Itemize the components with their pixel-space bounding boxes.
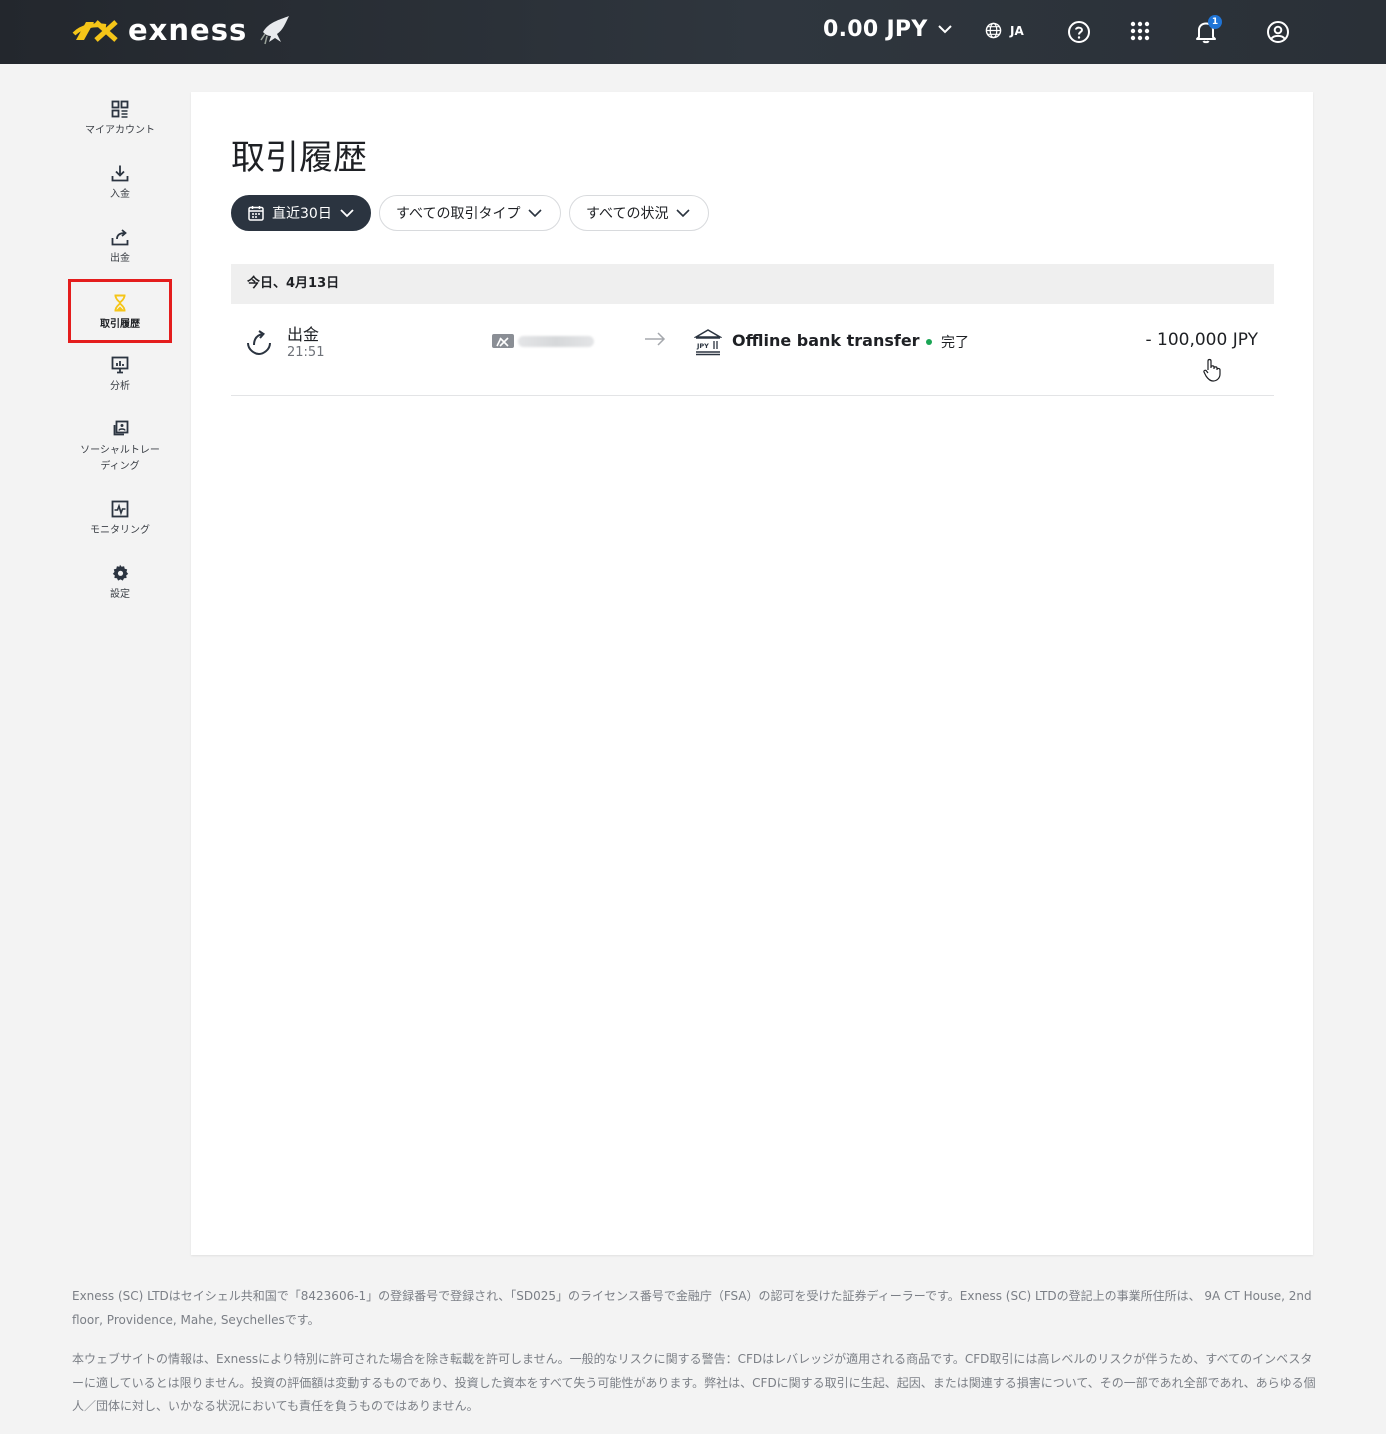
balance-amount: 0.00 JPY bbox=[823, 17, 928, 42]
sidebar-item-analytics[interactable]: 分析 bbox=[68, 356, 172, 395]
notification-badge: 1 bbox=[1208, 15, 1222, 29]
gear-icon bbox=[112, 564, 129, 581]
language-selector[interactable]: JA bbox=[985, 22, 1024, 39]
bank-icon: JPY bbox=[694, 329, 722, 356]
top-header: exness 0.00 JPY JA 1 bbox=[0, 0, 1386, 64]
chevron-down-icon bbox=[340, 208, 354, 217]
sidebar-item-monitoring[interactable]: モニタリング bbox=[68, 500, 172, 539]
sidebar-item-settings[interactable]: 設定 bbox=[68, 564, 172, 603]
sidebar-item-label: マイアカウント bbox=[85, 125, 155, 136]
sidebar-item-label: 入金 bbox=[110, 189, 130, 200]
presentation-chart-icon bbox=[111, 356, 129, 374]
user-circle-icon bbox=[1267, 21, 1289, 43]
exness-logo-mark-icon bbox=[72, 20, 118, 42]
transaction-type: 出金 bbox=[287, 325, 320, 344]
arrow-right-icon bbox=[645, 332, 666, 346]
brand-name: exness bbox=[128, 13, 248, 47]
chevron-down-icon bbox=[937, 25, 952, 34]
transaction-row[interactable]: 出金 21:51 JPY Offline bank transfer 完了 - … bbox=[231, 304, 1274, 396]
period-filter[interactable]: 直近30日 bbox=[231, 195, 371, 231]
help-button[interactable] bbox=[1067, 20, 1091, 44]
chevron-down-icon bbox=[528, 208, 543, 217]
status-filter[interactable]: すべての状況 bbox=[569, 195, 709, 231]
copy-trading-icon bbox=[113, 420, 129, 436]
sidebar-item-my-account[interactable]: マイアカウント bbox=[68, 100, 172, 139]
language-code: JA bbox=[1010, 23, 1024, 38]
sidebar-item-social-trading[interactable]: ソーシャルトレーディング bbox=[68, 420, 172, 475]
globe-icon bbox=[985, 22, 1002, 39]
help-circle-icon bbox=[1068, 21, 1090, 43]
legal-text-registration: Exness (SC) LTDはセイシェル共和国で「8423606-1」の登録番… bbox=[72, 1289, 1312, 1327]
transaction-status: 完了 bbox=[941, 335, 969, 351]
download-icon bbox=[111, 165, 129, 182]
sidebar-item-label: 取引履歴 bbox=[100, 319, 140, 330]
period-filter-label: 直近30日 bbox=[272, 206, 332, 222]
hand-pointer-icon bbox=[1203, 358, 1221, 382]
sidebar-item-label: ソーシャルトレーディング bbox=[80, 445, 160, 472]
dove-icon bbox=[260, 16, 290, 45]
chevron-down-icon bbox=[676, 208, 691, 217]
type-filter[interactable]: すべての取引タイプ bbox=[379, 195, 561, 231]
activity-chart-icon bbox=[111, 500, 129, 518]
exness-logo[interactable]: exness bbox=[72, 12, 295, 48]
sidebar-item-withdrawal[interactable]: 出金 bbox=[68, 228, 172, 267]
apps-button[interactable] bbox=[1129, 20, 1153, 44]
sidebar-item-deposit[interactable]: 入金 bbox=[68, 164, 172, 203]
status-filter-label: すべての状況 bbox=[586, 206, 669, 222]
sidebar-item-label: モニタリング bbox=[90, 525, 150, 536]
upload-share-icon bbox=[111, 229, 129, 246]
date-group-header: 今日、4月13日 bbox=[231, 264, 1274, 304]
legal-text-risk-warning: 本ウェブサイトの情報は、Exnessにより特別に許可された場合を除き転載を許可し… bbox=[72, 1352, 1316, 1413]
type-filter-label: すべての取引タイプ bbox=[396, 206, 521, 222]
status-indicator bbox=[926, 339, 932, 345]
sidebar-item-history[interactable]: 取引履歴 bbox=[68, 279, 172, 343]
withdrawal-icon bbox=[247, 330, 271, 356]
balance-dropdown[interactable]: 0.00 JPY bbox=[823, 17, 952, 42]
main-card: 取引履歴 直近30日 すべての取引タイプ すべての状況 今日、4月13日 出金 … bbox=[191, 92, 1313, 1255]
sidebar-item-label: 出金 bbox=[110, 253, 130, 264]
profile-button[interactable] bbox=[1266, 20, 1290, 44]
calendar-icon bbox=[248, 206, 264, 221]
legal-footer: Exness (SC) LTDはセイシェル共和国で「8423606-1」の登録番… bbox=[72, 1285, 1317, 1434]
exness-account-icon bbox=[492, 334, 514, 348]
transaction-time: 21:51 bbox=[287, 345, 325, 360]
dashboard-icon bbox=[111, 100, 129, 118]
sidebar-item-label: 分析 bbox=[110, 381, 130, 392]
page-title: 取引履歴 bbox=[231, 138, 367, 178]
destination-name: Offline bank transfer bbox=[732, 331, 920, 350]
apps-grid-icon bbox=[1130, 21, 1150, 41]
hourglass-icon bbox=[114, 294, 126, 312]
transaction-amount: - 100,000 JPY bbox=[1145, 330, 1258, 350]
sidebar-item-label: 設定 bbox=[110, 589, 130, 600]
bank-currency-badge: JPY bbox=[696, 342, 709, 350]
masked-account-number bbox=[518, 336, 594, 347]
